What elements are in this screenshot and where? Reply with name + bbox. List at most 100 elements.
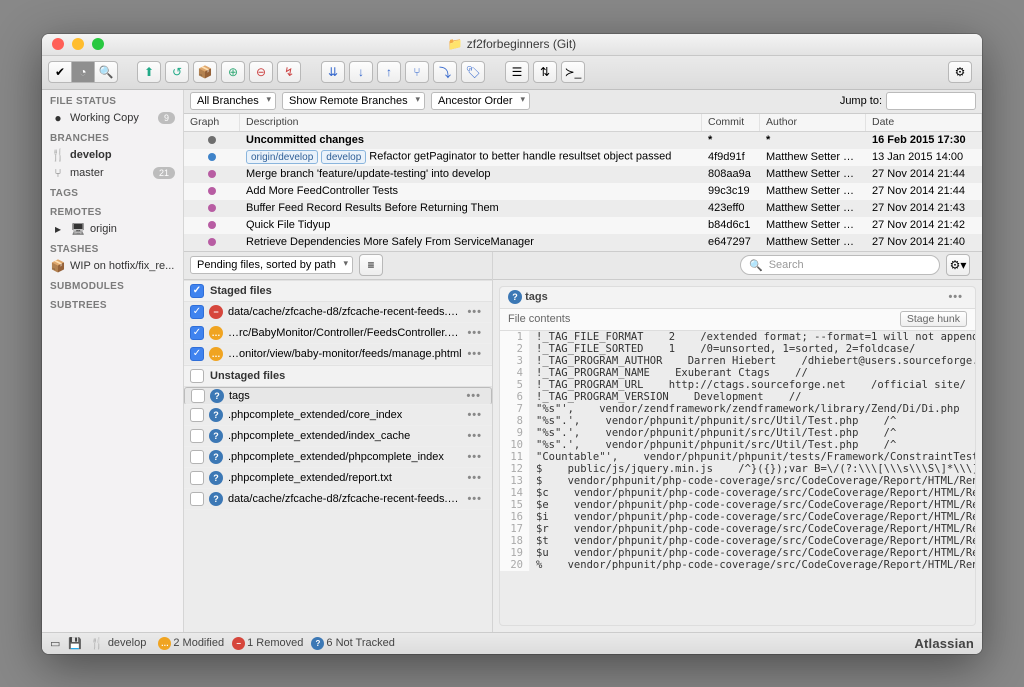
status-modified: 2 Modified [173,637,224,649]
commit-row[interactable]: Retrieve Dependencies More Safely From S… [184,234,982,251]
diff-options-button[interactable]: ⚙▾ [946,254,970,276]
sidebar-item-working-copy[interactable]: ● Working Copy 9 [42,109,183,127]
col-description[interactable]: Description [240,114,702,131]
col-graph[interactable]: Graph [184,114,240,131]
commit-row[interactable]: origin/developdevelopRefactor getPaginat… [184,149,982,166]
file-actions-button[interactable]: ••• [467,430,486,442]
status-removed: 1 Removed [247,637,303,649]
checkbox[interactable] [190,471,204,485]
pull-button[interactable]: ↓ [349,61,373,83]
commit-row[interactable]: Buffer Feed Record Results Before Return… [184,200,982,217]
code-preview[interactable]: 1!_TAG_FILE_FORMAT 2 /extended format; -… [500,331,975,625]
checkbox[interactable] [190,408,204,422]
file-actions-button[interactable]: ••• [467,493,486,505]
checkbox[interactable] [190,369,204,383]
window-title: 📁zf2forbeginners (Git) [42,37,982,51]
file-row[interactable]: ?.phpcomplete_extended/core_index••• [184,405,492,426]
checkbox[interactable]: ✓ [190,326,204,340]
branch-tag: origin/develop [246,150,318,164]
file-actions-button[interactable]: ••• [467,451,486,463]
fetch-button[interactable]: ⇊ [321,61,345,83]
checkbox[interactable]: ✓ [190,347,204,361]
file-actions-button[interactable]: ••• [466,390,485,402]
preview-file-name: tags [525,291,548,303]
filter-remote-branches[interactable]: Show Remote Branches [282,92,425,110]
file-actions-button[interactable]: ••• [467,327,486,339]
checkbox[interactable] [190,450,204,464]
file-row[interactable]: ?.phpcomplete_extended/report.txt••• [184,468,492,489]
working-copy-badge: 9 [158,112,175,124]
list-view-button[interactable]: ≡ [359,254,383,276]
checkbox[interactable]: ✓ [190,305,204,319]
diff-pane: 🔍 Search ⚙▾ ? tags ••• File contents Stage… [493,252,982,632]
checkout-button[interactable]: ⬆ [137,61,161,83]
sidebar-item-stash[interactable]: 📦 WIP on hotfix/fix_re... [42,257,183,275]
file-options-button[interactable]: ••• [948,291,967,303]
section-submodules: SUBMODULES [42,275,183,294]
modified-icon: … [209,347,223,361]
reset-button[interactable]: ↺ [165,61,189,83]
sidebar-item-origin[interactable]: ▸ 🖥 origin [42,220,183,238]
file-row[interactable]: ✓……rc/BabyMonitor/Controller/FeedsContro… [184,323,492,344]
history-button[interactable]: ◔ [71,61,95,83]
toolbar: ✔ ◔ 🔍 ⬆ ↺ 📦 ⊕ ⊖ ↯ ⇊ ↓ ↑ ⑂ ⤵ 🏷 ☰ ⇅ ≻_ ⚙ [42,56,982,90]
stage-hunk-button[interactable]: Stage hunk [900,311,967,327]
filter-order[interactable]: Ancestor Order [431,92,530,110]
filter-branches[interactable]: All Branches [190,92,276,110]
file-section-header[interactable]: Unstaged files [184,365,492,387]
gitflow-button[interactable]: ☰ [505,61,529,83]
file-row[interactable]: ?.phpcomplete_extended/phpcomplete_index… [184,447,492,468]
stash-button[interactable]: 📦 [193,61,217,83]
file-actions-button[interactable]: ••• [467,348,486,360]
col-author[interactable]: Author [760,114,866,131]
close-icon[interactable] [52,38,64,50]
checkbox[interactable]: ✓ [190,284,204,298]
file-actions-button[interactable]: ••• [467,409,486,421]
addremove-button[interactable]: ↯ [277,61,301,83]
brand-label: Atlassian [914,636,974,651]
file-actions-button[interactable]: ••• [467,472,486,484]
file-row[interactable]: ✓……onitor/view/baby-monitor/feeds/manage… [184,344,492,365]
merge-button[interactable]: ⤵ [433,61,457,83]
untracked-icon: ? [508,290,522,304]
checkbox[interactable] [190,429,204,443]
file-row[interactable]: ✓−data/cache/zfcache-d8/zfcache-recent-f… [184,302,492,323]
remote-button[interactable]: ⇅ [533,61,557,83]
search-input[interactable]: 🔍 Search [740,255,940,275]
tag-button[interactable]: 🏷 [461,61,485,83]
file-row[interactable]: ?data/cache/zfcache-d8/zfcache-recent-fe… [184,489,492,510]
pending-files-select[interactable]: Pending files, sorted by path [190,256,353,274]
commit-row[interactable]: Merge branch 'feature/update-testing' in… [184,166,982,183]
section-stashes: STASHES [42,238,183,257]
file-row[interactable]: ?.phpcomplete_extended/index_cache••• [184,426,492,447]
checkbox[interactable] [191,389,205,403]
terminal-button[interactable]: ≻_ [561,61,585,83]
commit-button[interactable]: ✔ [48,61,72,83]
sidebar-item-branch-master[interactable]: ⑂ master 21 [42,164,183,182]
jump-input[interactable] [886,92,976,110]
file-section-header[interactable]: ✓Staged files [184,280,492,302]
settings-button[interactable]: ⚙ [948,61,972,83]
checkbox[interactable] [190,492,204,506]
filter-bar: All Branches Show Remote Branches Ancest… [184,90,982,114]
commit-row[interactable]: Uncommitted changes**16 Feb 2015 17:30 [184,132,982,149]
commit-table-header: Graph Description Commit Author Date [184,114,982,132]
col-commit[interactable]: Commit [702,114,760,131]
zoom-icon[interactable] [92,38,104,50]
minimize-icon[interactable] [72,38,84,50]
sidebar-item-branch-develop[interactable]: 🍴 develop [42,146,183,164]
file-row[interactable]: ?tags••• [184,387,492,405]
add-button[interactable]: ⊕ [221,61,245,83]
search-button[interactable]: 🔍 [94,61,118,83]
file-list-pane: Pending files, sorted by path ≡ ✓Staged … [184,252,493,632]
commit-row[interactable]: Add More FeedController Tests99c3c19Matt… [184,183,982,200]
push-button[interactable]: ↑ [377,61,401,83]
file-actions-button[interactable]: ••• [467,306,486,318]
untracked-icon: ? [209,471,223,485]
section-tags: TAGS [42,182,183,201]
branch-button[interactable]: ⑂ [405,61,429,83]
commit-row[interactable]: Quick File Tidyupb84d6c1Matthew Setter <… [184,217,982,234]
remove-button[interactable]: ⊖ [249,61,273,83]
preview-section-label: File contents [508,313,570,325]
col-date[interactable]: Date [866,114,982,131]
